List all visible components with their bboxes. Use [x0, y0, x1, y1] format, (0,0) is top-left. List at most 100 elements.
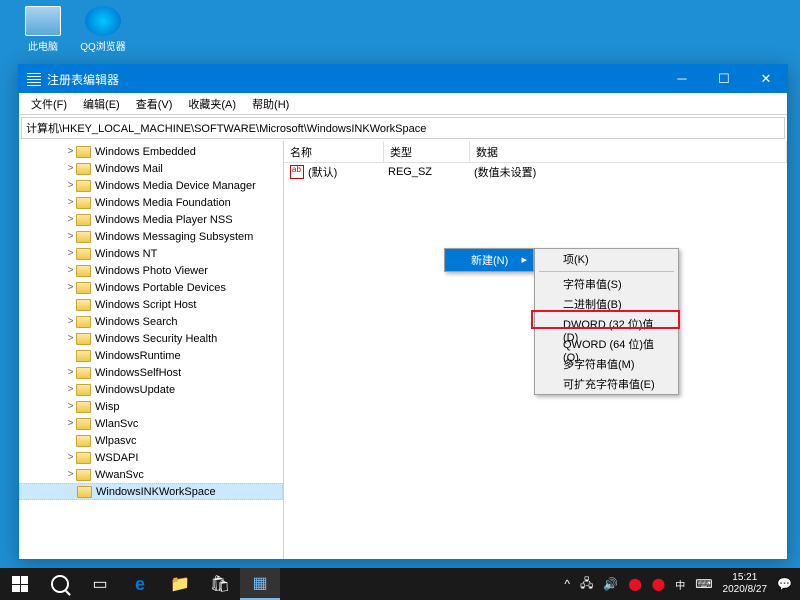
- tree-item[interactable]: >WwanSvc: [19, 466, 283, 483]
- search-button[interactable]: [40, 568, 80, 600]
- tray-volume-icon[interactable]: 🔊: [603, 577, 618, 591]
- taskbar-store[interactable]: 🛍: [200, 568, 240, 600]
- menu-view[interactable]: 查看(V): [128, 93, 181, 114]
- tree-item[interactable]: >Windows Media Device Manager: [19, 177, 283, 194]
- tree-item[interactable]: > Windows Photo Viewer: [19, 262, 283, 279]
- expand-icon[interactable]: >: [65, 146, 76, 157]
- tray-keyboard-icon[interactable]: ⌨: [695, 577, 712, 591]
- start-button[interactable]: [0, 568, 40, 600]
- desktop-icon-this-pc[interactable]: 此电脑: [15, 6, 71, 53]
- tree-item[interactable]: > Windows NT: [19, 245, 283, 262]
- menu-item-key[interactable]: 项(K): [535, 249, 678, 269]
- folder-icon: [76, 401, 91, 413]
- folder-icon: [76, 384, 91, 396]
- expand-icon[interactable]: >: [65, 163, 76, 174]
- expand-icon[interactable]: >: [65, 231, 76, 242]
- taskbar-explorer[interactable]: 📁: [160, 568, 200, 600]
- tree-item-label: Windows NT: [95, 248, 157, 260]
- col-header-type[interactable]: 类型: [384, 141, 470, 162]
- menu-item-qword[interactable]: QWORD (64 位)值(Q): [535, 334, 678, 354]
- tree-item[interactable]: Wlpasvc: [19, 432, 283, 449]
- expand-icon[interactable]: >: [65, 367, 76, 378]
- tree-item-label: WSDAPI: [95, 452, 138, 464]
- menu-item-string[interactable]: 字符串值(S): [535, 274, 678, 294]
- expand-icon[interactable]: >: [65, 248, 76, 259]
- tray-status-icon[interactable]: ⬤: [652, 577, 665, 591]
- tree-item[interactable]: >WlanSvc: [19, 415, 283, 432]
- taskbar-regedit[interactable]: ▦: [240, 568, 280, 600]
- tray-shield-icon[interactable]: ⬤: [628, 577, 641, 591]
- expand-icon[interactable]: >: [65, 333, 76, 344]
- tree-item-label: WindowsRuntime: [95, 350, 181, 362]
- minimize-button[interactable]: ─: [661, 65, 703, 93]
- value-name: (默认): [308, 164, 388, 180]
- col-header-data[interactable]: 数据: [470, 141, 787, 162]
- menu-file[interactable]: 文件(F): [23, 93, 75, 114]
- tree-item[interactable]: Windows Script Host: [19, 296, 283, 313]
- tree-item[interactable]: > Windows Media Foundation: [19, 194, 283, 211]
- expand-icon[interactable]: >: [65, 180, 76, 191]
- folder-icon: [76, 418, 91, 430]
- tree-item[interactable]: WindowsINKWorkSpace: [19, 483, 283, 500]
- expand-icon[interactable]: >: [65, 282, 76, 293]
- expand-icon[interactable]: >: [65, 384, 76, 395]
- tree-item[interactable]: >WindowsSelfHost: [19, 364, 283, 381]
- regedit-icon: [27, 72, 41, 86]
- tree-item-label: Windows Photo Viewer: [95, 265, 208, 277]
- expand-icon[interactable]: >: [65, 469, 76, 480]
- tray-language[interactable]: 中: [675, 577, 685, 592]
- address-bar[interactable]: 计算机\HKEY_LOCAL_MACHINE\SOFTWARE\Microsof…: [21, 117, 785, 139]
- tree-item[interactable]: >Windows Portable Devices: [19, 279, 283, 296]
- tree-item[interactable]: >Windows Embedded: [19, 143, 283, 160]
- expand-icon[interactable]: >: [65, 401, 76, 412]
- chevron-right-icon: ▸: [521, 253, 527, 266]
- tray-chevron-up-icon[interactable]: ^: [564, 577, 570, 591]
- context-menu-new: 新建(N) ▸: [444, 248, 534, 272]
- tray-network-icon[interactable]: 🖧: [580, 574, 593, 595]
- tree-item[interactable]: > Windows Media Player NSS: [19, 211, 283, 228]
- tree-item[interactable]: >Windows Mail: [19, 160, 283, 177]
- tree-item-label: Windows Media Player NSS: [95, 214, 233, 226]
- qq-icon: [85, 6, 121, 36]
- menu-help[interactable]: 帮助(H): [244, 93, 297, 114]
- tree-item[interactable]: >Windows Security Health: [19, 330, 283, 347]
- menu-item-multistring[interactable]: 多字符串值(M): [535, 354, 678, 374]
- tree-item[interactable]: WindowsRuntime: [19, 347, 283, 364]
- tree-item-label: Windows Media Foundation: [95, 197, 231, 209]
- expand-icon[interactable]: >: [65, 452, 76, 463]
- menu-item-new[interactable]: 新建(N) ▸: [445, 249, 533, 271]
- close-button[interactable]: ✕: [745, 65, 787, 93]
- tree-item[interactable]: > Windows Search: [19, 313, 283, 330]
- expand-icon[interactable]: >: [65, 197, 76, 208]
- task-view-button[interactable]: ▭: [80, 568, 120, 600]
- value-row[interactable]: (默认) REG_SZ (数值未设置): [284, 163, 787, 181]
- menu-item-dword[interactable]: DWORD (32 位)值(D): [535, 314, 678, 334]
- tree-item-label: Windows Messaging Subsystem: [95, 231, 253, 243]
- titlebar[interactable]: 注册表编辑器 ─ ☐ ✕: [19, 65, 787, 93]
- expand-icon[interactable]: >: [65, 316, 76, 327]
- expand-icon[interactable]: >: [65, 418, 76, 429]
- desktop-icon-qq-browser[interactable]: QQ浏览器: [75, 6, 131, 53]
- tree-item-label: Windows Search: [95, 316, 178, 328]
- system-tray: ^ 🖧 🔊 ⬤ ⬤ 中 ⌨ 15:21 2020/8/27 💬: [564, 572, 800, 596]
- desktop-icon-label: 此电脑: [15, 38, 71, 53]
- registry-tree[interactable]: >Windows Embedded>Windows Mail>Windows M…: [19, 141, 284, 559]
- tray-clock[interactable]: 15:21 2020/8/27: [723, 572, 768, 596]
- expand-icon[interactable]: >: [65, 265, 76, 276]
- expand-icon[interactable]: >: [65, 214, 76, 225]
- tree-item[interactable]: >Wisp: [19, 398, 283, 415]
- col-header-name[interactable]: 名称: [284, 141, 384, 162]
- menu-item-binary[interactable]: 二进制值(B): [535, 294, 678, 314]
- folder-icon: [76, 282, 91, 294]
- folder-icon: [76, 146, 91, 158]
- folder-icon: [76, 367, 91, 379]
- tray-notifications-icon[interactable]: 💬: [777, 577, 792, 591]
- menu-item-expandstring[interactable]: 可扩充字符串值(E): [535, 374, 678, 394]
- tree-item[interactable]: > Windows Messaging Subsystem: [19, 228, 283, 245]
- menu-edit[interactable]: 编辑(E): [75, 93, 128, 114]
- tree-item[interactable]: >WindowsUpdate: [19, 381, 283, 398]
- maximize-button[interactable]: ☐: [703, 65, 745, 93]
- menu-favorites[interactable]: 收藏夹(A): [180, 93, 244, 114]
- taskbar-edge[interactable]: e: [120, 568, 160, 600]
- tree-item[interactable]: > WSDAPI: [19, 449, 283, 466]
